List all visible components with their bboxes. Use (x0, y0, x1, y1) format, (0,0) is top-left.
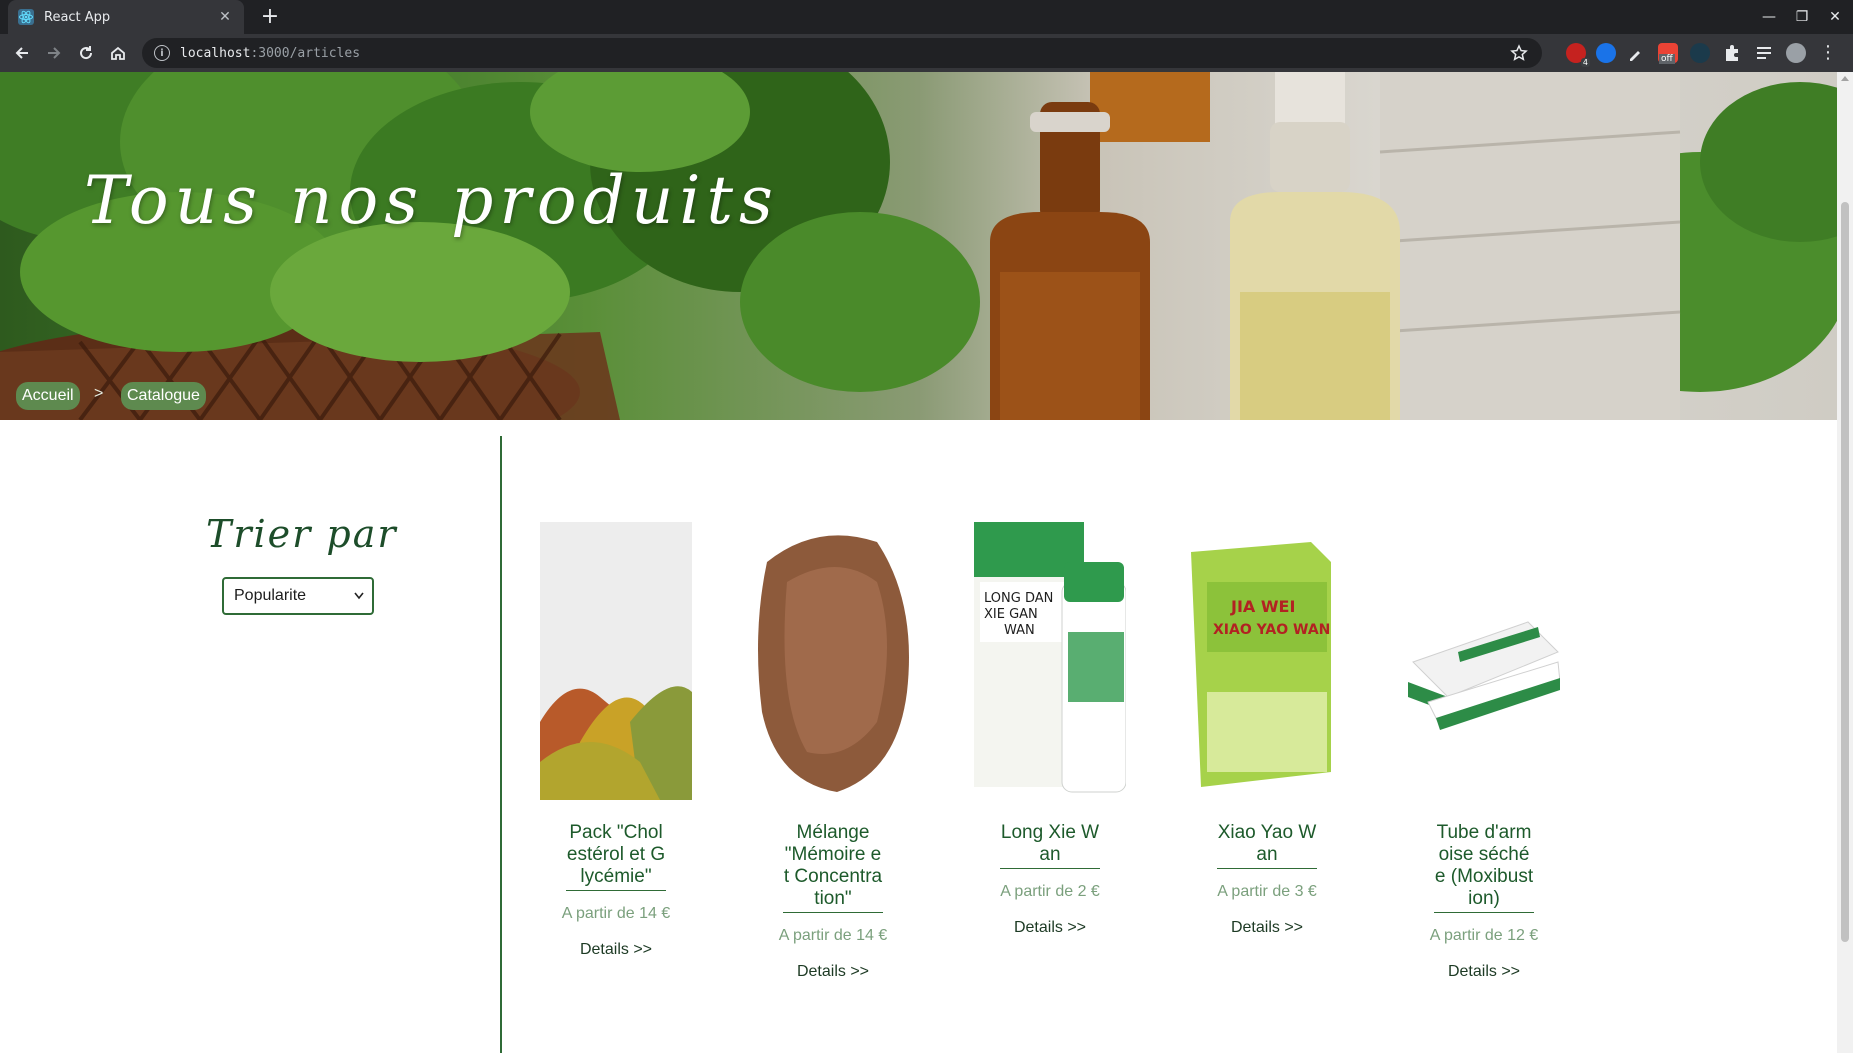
product-card: Mélange "Mémoire et Concentration" A par… (757, 522, 909, 981)
extensions-puzzle-icon[interactable] (1722, 43, 1742, 63)
svg-text:WAN: WAN (1004, 623, 1035, 638)
svg-text:JIA WEI: JIA WEI (1230, 597, 1295, 616)
hero-banner: Tous nos produits Accueil > Catalogue (0, 72, 1837, 420)
product-details-link[interactable]: Details >> (580, 941, 652, 959)
site-info-icon[interactable]: i (154, 45, 170, 61)
forward-icon[interactable] (40, 39, 68, 67)
svg-text:XIE GAN: XIE GAN (984, 607, 1038, 622)
chevron-down-icon (354, 587, 364, 605)
product-details-link[interactable]: Details >> (1231, 919, 1303, 937)
svg-text:XIAO YAO WAN: XIAO YAO WAN (1213, 622, 1330, 638)
browser-menu-icon[interactable]: ⋮ (1818, 43, 1838, 63)
reload-icon[interactable] (72, 39, 100, 67)
profile-avatar[interactable] (1786, 43, 1806, 63)
hero-background-image (0, 72, 1837, 420)
product-name[interactable]: Long Xie Wan (1000, 822, 1100, 869)
svg-text:LONG DAN: LONG DAN (984, 591, 1053, 606)
page-content: Tous nos produits Accueil > Catalogue Tr… (0, 72, 1837, 1053)
product-price: A partir de 3 € (1217, 883, 1317, 900)
product-card: LONG DAN XIE GAN WAN Long Xie Wan A part… (974, 522, 1126, 937)
browser-tab[interactable]: React App ✕ (8, 0, 244, 34)
address-bar[interactable]: i localhost:3000/articles (142, 38, 1542, 68)
product-name[interactable]: Mélange "Mémoire et Concentration" (783, 822, 883, 913)
sidebar-divider (500, 436, 502, 1053)
product-details-link[interactable]: Details >> (1448, 963, 1520, 981)
browser-toolbar: i localhost:3000/articles 4 off ⋮ (0, 34, 1853, 72)
extension-off-label: off (1659, 54, 1675, 64)
sort-selected-value: Popularite (234, 587, 307, 604)
extension-dark-icon[interactable] (1690, 43, 1710, 63)
bookmark-star-icon[interactable] (1510, 44, 1528, 62)
extension-red-icon[interactable]: 4 (1566, 43, 1590, 67)
product-price: A partir de 12 € (1429, 927, 1539, 944)
react-icon (18, 9, 34, 25)
page-scrollbar[interactable] (1837, 72, 1853, 1053)
product-name[interactable]: Tube d'armoise séchée (Moxibustion) (1434, 822, 1534, 913)
scrollbar-thumb[interactable] (1841, 202, 1849, 942)
product-name[interactable]: Xiao Yao Wan (1217, 822, 1317, 869)
product-name[interactable]: Pack "Cholestérol et Glycémie" (566, 822, 666, 891)
product-card: JIA WEI XIAO YAO WAN Xiao Yao Wan A part… (1191, 522, 1343, 937)
extension-badge: 4 (1580, 58, 1590, 67)
browser-tab-bar: React App ✕ + — ❐ ✕ (0, 0, 1853, 34)
product-card: Tube d'armoise séchée (Moxibustion) A pa… (1408, 522, 1560, 981)
minimize-icon[interactable]: — (1751, 0, 1787, 34)
pen-extension-icon[interactable] (1626, 43, 1646, 63)
product-card: Pack "Cholestérol et Glycémie" A partir … (540, 522, 692, 959)
scroll-up-icon[interactable] (1841, 76, 1849, 81)
back-icon[interactable] (8, 39, 36, 67)
extension-off-icon[interactable]: off (1658, 43, 1678, 64)
new-tab-icon[interactable]: + (258, 4, 282, 30)
product-details-link[interactable]: Details >> (1014, 919, 1086, 937)
product-price: A partir de 14 € (561, 905, 671, 922)
sort-select[interactable]: Popularite (222, 577, 374, 615)
page-title: Tous nos produits (84, 162, 779, 239)
extension-blue-icon[interactable] (1596, 43, 1616, 63)
product-image[interactable] (757, 522, 909, 800)
reading-list-icon[interactable] (1754, 43, 1774, 63)
product-price: A partir de 14 € (778, 927, 888, 944)
product-image[interactable] (1408, 522, 1560, 800)
tab-title: React App (44, 9, 111, 25)
breadcrumb-separator: > (94, 385, 104, 402)
home-icon[interactable] (104, 39, 132, 67)
product-image[interactable]: JIA WEI XIAO YAO WAN (1191, 522, 1343, 800)
close-window-icon[interactable]: ✕ (1817, 0, 1853, 34)
product-image[interactable]: LONG DAN XIE GAN WAN (974, 522, 1126, 800)
product-details-link[interactable]: Details >> (797, 963, 869, 981)
breadcrumb-home[interactable]: Accueil (16, 382, 80, 410)
product-price: A partir de 2 € (1000, 883, 1100, 900)
url-host: localhost (180, 45, 251, 61)
close-tab-icon[interactable]: ✕ (216, 9, 234, 25)
url-path: :3000/articles (250, 45, 361, 61)
restore-icon[interactable]: ❐ (1784, 0, 1820, 34)
product-image[interactable] (540, 522, 692, 800)
breadcrumb-catalogue[interactable]: Catalogue (121, 382, 206, 410)
sort-title: Trier par (206, 512, 398, 556)
